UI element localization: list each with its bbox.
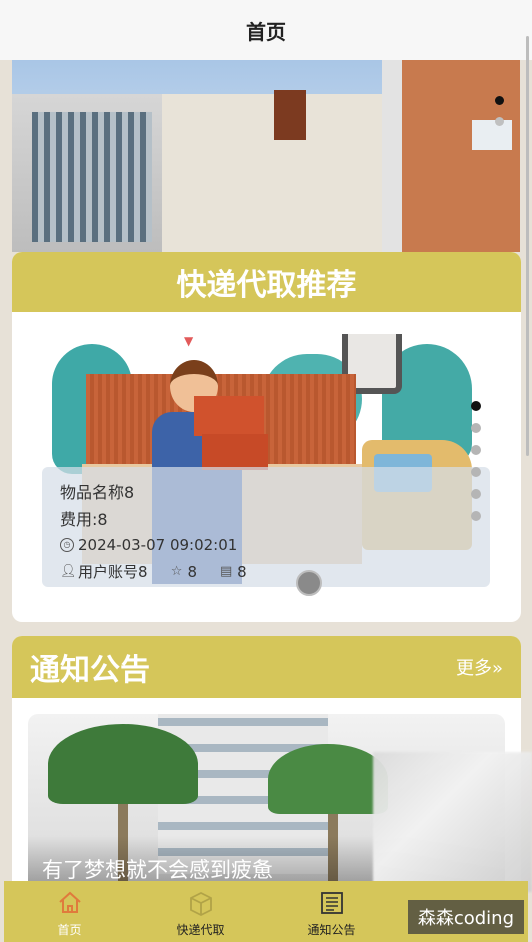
tab-home-label: 首页 — [57, 923, 82, 937]
express-recommend-section: 快递代取推荐 ▼ 物品名称8 费用:8 ◷ 2024-03-07 09:02:0… — [12, 252, 521, 622]
notice-section-title: 通知公告 — [30, 653, 150, 688]
scrollbar[interactable] — [526, 36, 529, 456]
tab-notice-label: 通知公告 — [307, 923, 356, 937]
express-section-header: 快递代取推荐 — [12, 252, 521, 312]
carousel-dot[interactable] — [471, 467, 481, 477]
express-carousel-pagination — [471, 401, 481, 521]
item-stars: 8 — [187, 562, 198, 581]
tab-notice[interactable]: 通知公告 — [266, 881, 397, 942]
item-views: 8 — [237, 562, 247, 581]
carousel-dot[interactable] — [471, 423, 481, 433]
building-sign — [274, 90, 306, 140]
package-icon — [189, 891, 212, 917]
carousel-indicator[interactable] — [296, 570, 322, 596]
palm-tree-image — [48, 724, 198, 804]
notice-caption: 有了梦想就不会感到疲惫 — [42, 858, 273, 882]
notice-section-header: 通知公告 更多» — [12, 636, 521, 698]
item-user: 用户账号8 — [78, 563, 148, 581]
tab-express[interactable]: 快递代取 — [135, 881, 266, 942]
banner-dot[interactable] — [495, 117, 504, 126]
tab-express-label: 快递代取 — [176, 923, 225, 937]
newspaper-icon — [320, 892, 343, 914]
hero-banner[interactable] — [12, 60, 520, 252]
item-name: 物品名称8 — [60, 482, 135, 502]
clock-icon: ◷ — [60, 537, 74, 552]
carousel-dot[interactable] — [471, 445, 481, 455]
location-pin-icon: ▼ — [184, 334, 194, 348]
banner-dot-active[interactable] — [495, 96, 504, 105]
top-navigation-bar: 首页 — [0, 0, 532, 60]
blurred-area — [373, 752, 532, 892]
express-section-title: 快递代取推荐 — [176, 268, 357, 303]
item-fee: 费用:8 — [60, 509, 108, 529]
home-icon — [58, 891, 81, 913]
watermark: 森森coding — [407, 900, 524, 934]
carousel-dot[interactable] — [471, 489, 481, 499]
carousel-dot-active[interactable] — [471, 401, 481, 411]
more-link[interactable]: 更多» — [456, 654, 503, 680]
star-icon: ☆ — [170, 563, 183, 579]
carousel-dot[interactable] — [471, 511, 481, 521]
page-title: 首页 — [246, 19, 286, 44]
user-icon: 👤︎ — [60, 563, 77, 579]
express-item-card[interactable]: 物品名称8 费用:8 ◷ 2024-03-07 09:02:01 👤︎ 用户账号… — [42, 467, 490, 587]
tab-home[interactable]: 首页 — [4, 881, 135, 942]
item-datetime: 2024-03-07 09:02:01 — [78, 535, 238, 554]
views-icon: ▤ — [219, 563, 233, 579]
banner-pagination — [495, 96, 504, 126]
